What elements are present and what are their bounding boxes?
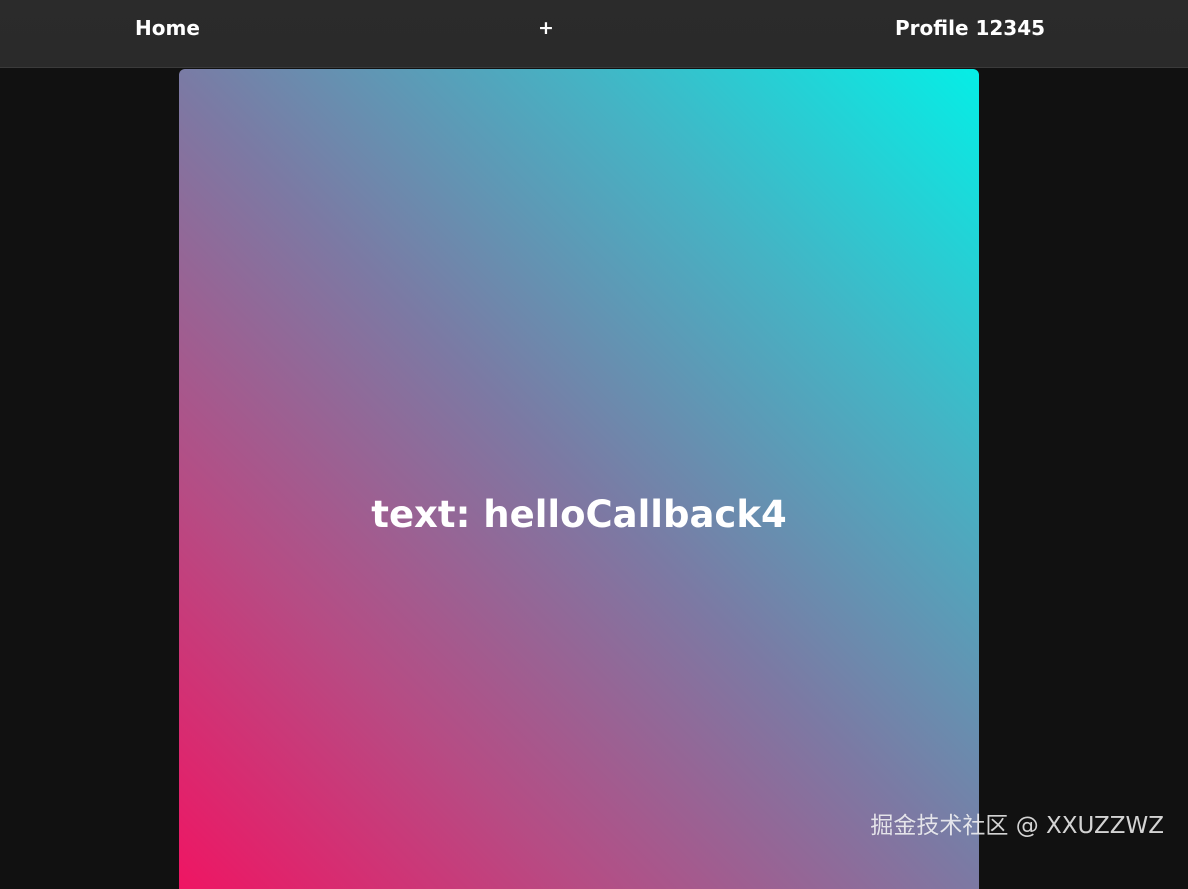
profile-link[interactable]: Profile 12345 xyxy=(895,0,1045,56)
watermark-text: 掘金技术社区 @ XXUZZWZ xyxy=(870,806,1164,840)
top-navigation-bar: Home + Profile 12345 xyxy=(0,0,1188,68)
card-text: text: helloCallback4 xyxy=(179,489,979,541)
gradient-content-card: text: helloCallback4 xyxy=(179,69,979,889)
add-button[interactable]: + xyxy=(538,0,554,56)
home-link[interactable]: Home xyxy=(135,0,200,56)
